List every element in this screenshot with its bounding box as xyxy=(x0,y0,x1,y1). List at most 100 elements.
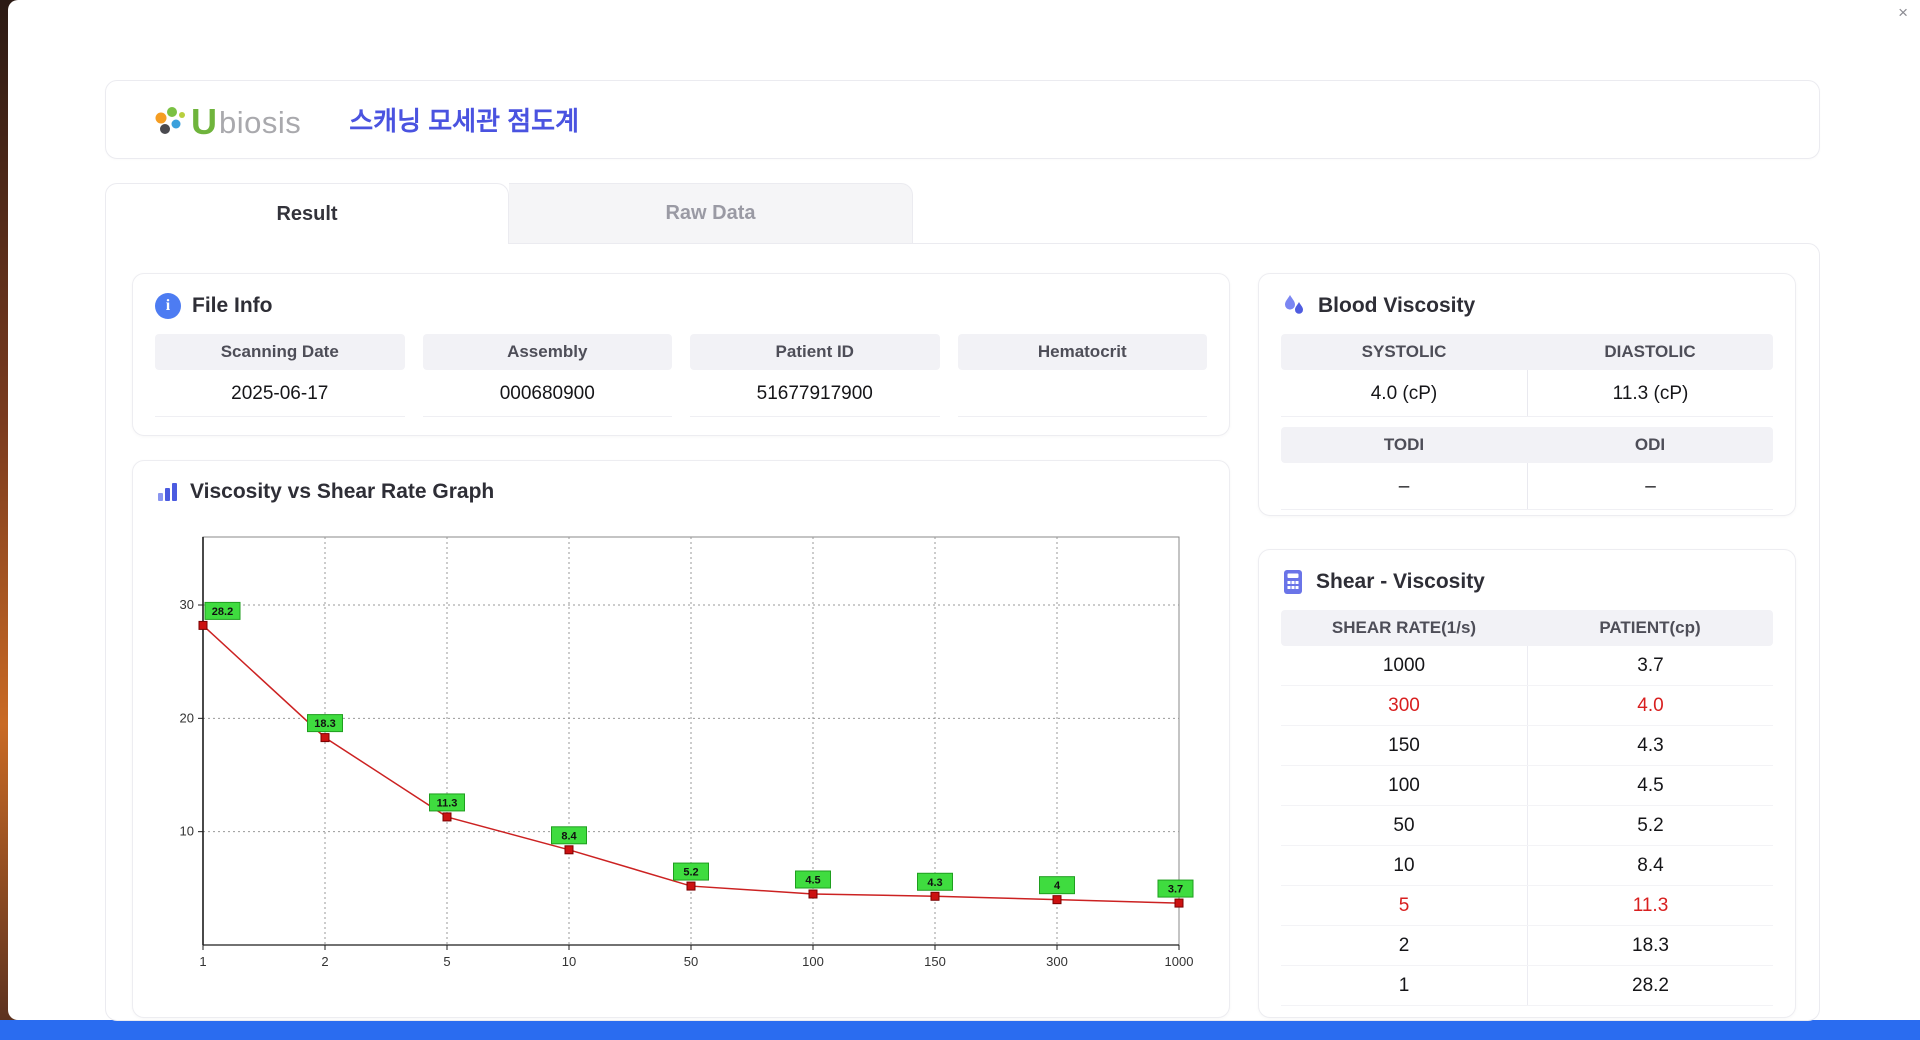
shear-rate-cell: 150 xyxy=(1388,735,1420,756)
file-info-header: i File Info xyxy=(133,274,1229,334)
blood-viscosity-values-row1: 4.0 (cP) 11.3 (cP) xyxy=(1281,370,1773,417)
info-icon: i xyxy=(155,293,181,319)
svg-text:150: 150 xyxy=(924,954,946,969)
patient-cell: 5.2 xyxy=(1527,806,1773,845)
field-value: 000680900 xyxy=(422,370,672,417)
svg-text:5: 5 xyxy=(443,954,450,969)
field-label: Assembly xyxy=(422,334,672,370)
page-title: 스캐닝 모세관 점도계 xyxy=(349,106,579,136)
blood-viscosity-values-row2: – – xyxy=(1281,463,1773,510)
diastolic-value: 11.3 (cP) xyxy=(1527,370,1773,416)
calculator-icon xyxy=(1281,569,1305,595)
svg-text:4: 4 xyxy=(1054,880,1061,892)
table-row: 100 4.5 xyxy=(1281,766,1773,806)
shear-rate-cell: 5 xyxy=(1398,895,1410,916)
svg-text:11.3: 11.3 xyxy=(437,797,458,809)
field-patient-id: Patient ID 51677917900 xyxy=(690,334,940,417)
close-icon[interactable]: × xyxy=(1898,4,1908,21)
shear-rate-cell: 50 xyxy=(1393,815,1415,836)
ubiosis-logo: U biosis xyxy=(151,100,301,140)
table-row: 10 8.4 xyxy=(1281,846,1773,886)
svg-text:3.7: 3.7 xyxy=(1168,884,1183,896)
table-row: 5 11.3 xyxy=(1281,886,1773,926)
shear-rate-cell: 100 xyxy=(1388,775,1420,796)
svg-text:18.3: 18.3 xyxy=(314,718,335,730)
viscosity-chart: 10 20 30 1 2 5 10 50 100 150 300 1000 28.2 18.3 11.3 8.… xyxy=(180,536,1194,969)
svg-text:8.4: 8.4 xyxy=(561,830,577,842)
tab-result[interactable]: Result xyxy=(105,183,509,244)
field-value: 51677917900 xyxy=(690,370,940,417)
file-info-title: File Info xyxy=(192,294,273,317)
table-row: 1000 3.7 xyxy=(1281,646,1773,686)
content-panel: i File Info Scanning Date 2025-06-17 Ass… xyxy=(105,243,1820,1021)
blood-viscosity-card: Blood Viscosity SYSTOLIC DIASTOLIC 4.0 (… xyxy=(1258,273,1796,516)
patient-cell: 28.2 xyxy=(1527,966,1773,1005)
shear-rate-cell: 1 xyxy=(1398,975,1410,996)
logo-text: biosis xyxy=(219,104,302,140)
field-value: 2025-06-17 xyxy=(155,370,405,417)
shear-viscosity-title: Shear - Viscosity xyxy=(1316,570,1485,593)
bar-chart-icon xyxy=(155,480,179,504)
header-card: U biosis 스캐닝 모세관 점도계 xyxy=(105,80,1820,159)
svg-text:4.5: 4.5 xyxy=(805,875,820,887)
tab-raw-data[interactable]: Raw Data xyxy=(509,183,913,244)
table-row: 50 5.2 xyxy=(1281,806,1773,846)
svg-text:30: 30 xyxy=(180,597,194,612)
svg-text:10: 10 xyxy=(562,954,576,969)
field-value xyxy=(957,370,1207,417)
patient-cell: 3.7 xyxy=(1527,646,1773,685)
viscosity-graph-card: Viscosity vs Shear Rate Graph 10 20 30 1 2 5 1… xyxy=(132,460,1230,1018)
shear-rate-cell: 300 xyxy=(1388,695,1420,716)
svg-text:10: 10 xyxy=(180,824,194,839)
systolic-value: 4.0 (cP) xyxy=(1370,383,1438,404)
todi-value: – xyxy=(1398,476,1410,497)
blood-viscosity-labels-row2: TODI ODI xyxy=(1281,427,1773,463)
field-label: Hematocrit xyxy=(957,334,1207,370)
field-label: Scanning Date xyxy=(155,334,405,370)
shear-rate-cell: 2 xyxy=(1398,935,1410,956)
diastolic-label: DIASTOLIC xyxy=(1604,342,1696,361)
graph-title: Viscosity vs Shear Rate Graph xyxy=(190,480,495,503)
shear-table-body: 1000 3.7 300 4.0 150 4.3 100 4.5 50 5.2 … xyxy=(1281,646,1773,1006)
svg-text:28.2: 28.2 xyxy=(212,606,233,618)
table-row: 300 4.0 xyxy=(1281,686,1773,726)
svg-text:100: 100 xyxy=(802,954,824,969)
taskbar[interactable] xyxy=(0,1020,1920,1040)
svg-text:5.2: 5.2 xyxy=(683,867,698,879)
file-info-fields: Scanning Date 2025-06-17 Assembly 000680… xyxy=(133,334,1229,417)
patient-cell: 4.5 xyxy=(1527,766,1773,805)
svg-text:2: 2 xyxy=(321,954,328,969)
blood-viscosity-labels-row1: SYSTOLIC DIASTOLIC xyxy=(1281,334,1773,370)
patient-cell: 4.3 xyxy=(1527,726,1773,765)
field-hematocrit: Hematocrit xyxy=(957,334,1207,417)
logo-dots-icon xyxy=(151,100,189,140)
blood-viscosity-header: Blood Viscosity xyxy=(1259,274,1795,334)
graph-header: Viscosity vs Shear Rate Graph xyxy=(133,461,1229,519)
patient-cell: 18.3 xyxy=(1527,926,1773,965)
svg-text:4.3: 4.3 xyxy=(927,877,942,889)
app-window: × U biosis 스캐닝 모세관 점도계 Result Raw Data i… xyxy=(8,0,1920,1021)
logo-letter-u: U xyxy=(191,100,217,142)
file-info-card: i File Info Scanning Date 2025-06-17 Ass… xyxy=(132,273,1230,436)
systolic-label: SYSTOLIC xyxy=(1361,342,1447,361)
svg-text:50: 50 xyxy=(684,954,698,969)
table-row: 2 18.3 xyxy=(1281,926,1773,966)
shear-rate-cell: 1000 xyxy=(1382,655,1426,676)
table-row: 1 28.2 xyxy=(1281,966,1773,1006)
svg-text:300: 300 xyxy=(1046,954,1068,969)
todi-label: TODI xyxy=(1383,435,1425,454)
blood-viscosity-title: Blood Viscosity xyxy=(1318,294,1476,317)
field-label: Patient ID xyxy=(690,334,940,370)
shear-table-header: SHEAR RATE(1/s) PATIENT(cp) xyxy=(1281,610,1773,646)
desktop: × U biosis 스캐닝 모세관 점도계 Result Raw Data i… xyxy=(0,0,1920,1040)
field-assembly: Assembly 000680900 xyxy=(422,334,672,417)
patient-cell: 4.0 xyxy=(1527,686,1773,725)
shear-viscosity-header: Shear - Viscosity xyxy=(1259,550,1795,610)
column-shear-rate: SHEAR RATE(1/s) xyxy=(1331,618,1477,637)
field-scanning-date: Scanning Date 2025-06-17 xyxy=(155,334,405,417)
patient-cell: 11.3 xyxy=(1527,886,1773,925)
svg-text:1000: 1000 xyxy=(1165,954,1194,969)
svg-text:1: 1 xyxy=(199,954,206,969)
droplets-icon xyxy=(1281,293,1307,319)
tab-bar: Result Raw Data xyxy=(105,183,913,244)
